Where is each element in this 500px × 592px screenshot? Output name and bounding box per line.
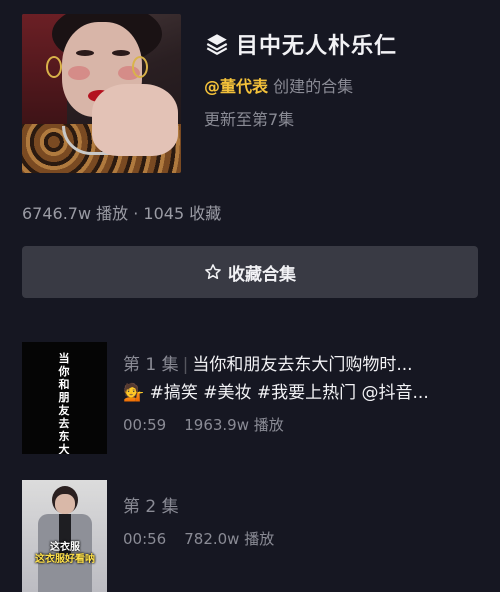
cover-cheek-left: [68, 66, 90, 80]
episode-item-2[interactable]: 这衣服 这衣服好看呐 第 2 集 00:56 782.0w 播放: [22, 480, 478, 592]
episode-number: 第 1 集: [123, 355, 179, 375]
episode-item-1[interactable]: 当你和朋友去东大门 第 1 集|当你和朋友去东大门购物时... 💁 #搞笑 #美…: [22, 342, 478, 454]
episode-plays: 782.0w 播放: [184, 530, 275, 548]
thumbnail-caption: 这衣服 这衣服好看呐: [30, 542, 100, 566]
episode-thumbnail[interactable]: 当你和朋友去东大门: [22, 342, 107, 454]
episode-plays: 1963.9w 播放: [184, 416, 284, 434]
cover-earring-right: [132, 56, 148, 78]
episode-duration: 00:59: [123, 416, 167, 434]
star-outline-icon: [205, 264, 221, 280]
collection-title-row: 目中无人朴乐仁: [204, 28, 397, 60]
episode-meta: 00:59 1963.9w 播放: [123, 414, 284, 435]
episode-number: 第 2 集: [123, 497, 179, 517]
episode-duration: 00:56: [123, 530, 167, 548]
episode-title: 第 2 集: [123, 492, 479, 517]
collect-button-label: 收藏合集: [228, 264, 296, 285]
layers-icon: [206, 34, 228, 55]
episode-hashtags: 💁 #搞笑 #美妆 #我要上热门 @抖音...: [123, 383, 429, 403]
collect-collection-button[interactable]: 收藏合集: [22, 246, 478, 298]
cover-eye-left: [76, 50, 94, 56]
episode-meta: 00:56 782.0w 播放: [123, 528, 274, 549]
cover-hand: [92, 84, 178, 156]
creator-suffix: 创建的合集: [273, 77, 354, 96]
creator-line: @董代表 创建的合集: [204, 73, 353, 97]
collection-stats: 6746.7w 播放 · 1045 收藏: [22, 204, 222, 223]
thumbnail-caption-line-1: 这衣服: [50, 542, 80, 553]
thumbnail-caption-line-2: 这衣服好看呐: [35, 554, 95, 565]
episode-title-text: 当你和朋友去东大门购物时...: [192, 355, 413, 375]
creator-handle-link[interactable]: @董代表: [204, 77, 268, 96]
collection-cover-image[interactable]: [22, 14, 181, 173]
update-status: 更新至第7集: [204, 110, 295, 129]
cover-eye-right: [112, 50, 130, 56]
thumbnail-text: 当你和朋友去东大门: [58, 352, 70, 454]
collection-title: 目中无人朴乐仁: [236, 34, 398, 59]
episode-title: 第 1 集 | 当你和朋友去东大门购物时...: [123, 350, 479, 375]
episode-thumbnail[interactable]: 这衣服 这衣服好看呐: [22, 480, 107, 592]
cover-earring-left: [46, 56, 62, 78]
thumb-person-face: [55, 494, 75, 514]
separator: |: [182, 355, 189, 375]
